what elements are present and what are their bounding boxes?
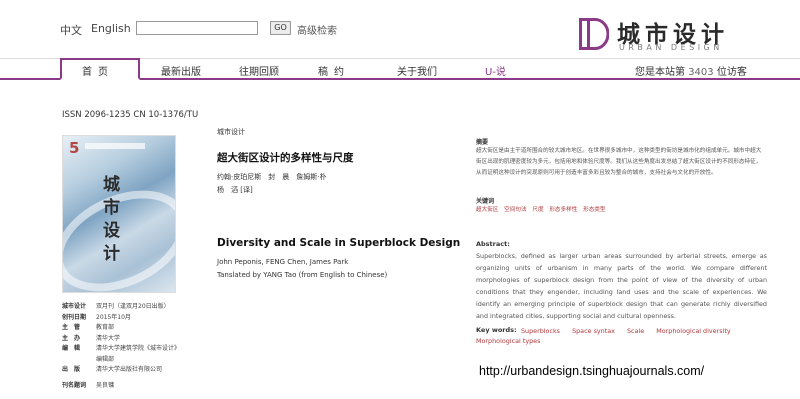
info-value: 教育部 (96, 324, 115, 331)
info-row: 编辑部 (62, 355, 196, 366)
lang-chinese-link[interactable]: 中文 (60, 22, 82, 38)
nav-item-home[interactable]: 首页 (82, 63, 114, 78)
info-row: 城市设计 双月刊（逢双月20日出版） (62, 302, 196, 313)
abstract-en-text: Superblocks, defined as larger urban are… (476, 252, 767, 320)
cover-title: 城市设计 (103, 175, 120, 264)
journal-cover-image[interactable]: 5 城市设计 (62, 135, 176, 293)
info-row: 编 辑 清华大学建筑学院《城市设计》 (62, 344, 196, 355)
keyword-link-en[interactable]: Morphological diversity (656, 327, 730, 335)
article-title-en[interactable]: Diversity and Scale in Superblock Design (217, 237, 460, 249)
go-button[interactable]: GO (270, 21, 291, 35)
article-authors-cn: 约翰·皮珀尼斯 封 晨 詹姆斯·朴 (217, 173, 327, 181)
keyword-link-en[interactable]: Space syntax (572, 327, 615, 335)
visitor-prefix: 您是本站第 (635, 67, 685, 78)
nav-item-submission[interactable]: 稿约 (318, 63, 350, 78)
issn-text: ISSN 2096-1235 CN 10-1376/TU (62, 110, 199, 120)
nav-item-latest[interactable]: 最新出版 (161, 63, 201, 78)
search-input[interactable] (136, 21, 258, 35)
keyword-link-cn[interactable]: 尺度 (532, 207, 543, 213)
keyword-link-cn[interactable]: 空间句法 (504, 207, 526, 213)
keyword-link-en[interactable]: Superblocks (521, 327, 560, 335)
info-row: 出 版 清华大学出版社有限公司 (62, 365, 196, 376)
info-key: 主 办 (62, 334, 81, 342)
keyword-link-cn[interactable]: 形态类型 (583, 207, 605, 213)
article-category: 城市设计 (217, 128, 245, 136)
keywords-en: Superblocks Space syntax Scale Morpholog… (521, 326, 771, 337)
article-translator-en: Tanslated by YANG Tao (from English to C… (217, 271, 388, 279)
info-value: 清华大学建筑学院《城市设计》 (96, 345, 181, 352)
info-value: 双月刊（逢双月20日出版） (96, 303, 170, 310)
nav-item-about[interactable]: 关于我们 (397, 63, 437, 78)
keyword-link-en[interactable]: Scale (627, 327, 644, 335)
info-key: 编 辑 (62, 345, 81, 352)
info-row: 主 管 教育部 (62, 323, 196, 334)
site-url[interactable]: http://urbandesign.tsinghuajournals.com/ (479, 364, 704, 378)
info-row: 创刊日期 2015年10月 (62, 313, 196, 324)
cover-issue-number: 5 (69, 139, 80, 157)
visitor-count: 3403 (688, 67, 714, 78)
nav-item-u-talk[interactable]: U-说 (485, 63, 506, 78)
article-title-cn[interactable]: 超大街区设计的多样性与尺度 (217, 150, 354, 165)
site-logo[interactable]: 城市设计 URBAN DESIGN (579, 18, 769, 54)
journal-info: 城市设计 双月刊（逢双月20日出版） 创刊日期 2015年10月 主 管 教育部 主 … (62, 302, 196, 391)
info-value: 吴良镛 (96, 381, 115, 389)
info-value: 清华大学出版社有限公司 (96, 366, 163, 373)
info-value: 清华大学 (96, 334, 121, 342)
info-row: 主 办 清华大学 (62, 334, 196, 345)
info-key: 刊名题词 (62, 381, 87, 389)
keyword-link-cn[interactable]: 超大街区 (476, 207, 498, 213)
info-value: 2015年10月 (96, 313, 131, 321)
info-key: 创刊日期 (62, 313, 87, 321)
keyword-link-en[interactable]: Morphological types (476, 337, 540, 345)
keywords-cn-label: 关键词 (476, 198, 495, 205)
info-key: 出 版 (62, 366, 81, 373)
info-row: 刊名题词 吴良镛 (62, 381, 196, 392)
logo-mark-icon (579, 18, 609, 50)
visitor-suffix: 位访客 (716, 67, 747, 78)
visitor-counter: 您是本站第 3403 位访客 (635, 63, 747, 78)
info-key (62, 355, 96, 366)
keywords-en-label: Key words: (476, 326, 517, 334)
advanced-search-link[interactable]: 高级检索 (297, 22, 337, 37)
info-key: 城市设计 (62, 303, 87, 310)
cover-masthead-bar (85, 143, 145, 149)
info-value: 编辑部 (96, 355, 115, 363)
info-key: 主 管 (62, 324, 81, 331)
abstract-cn-label: 摘要 (476, 139, 489, 146)
nav-item-past-issues[interactable]: 往期回顾 (239, 63, 279, 78)
keywords-cn: 超大街区 空间句法 尺度 形态多样性 形态类型 (476, 205, 766, 213)
logo-text-en: URBAN DESIGN (619, 43, 723, 52)
abstract-en-label: Abstract: (476, 240, 510, 248)
abstract-cn-text: 超大街区是由主干道所围合的较大城市地区。在世界很多城市中，这种类型的街坊是城市化… (476, 148, 762, 176)
article-translator-cn: 杨 滔 [译] (217, 186, 253, 194)
keyword-link-cn[interactable]: 形态多样性 (549, 207, 577, 213)
article-authors-en: John Peponis, FENG Chen, James Park (217, 258, 349, 266)
lang-english-link[interactable]: English (91, 22, 131, 35)
